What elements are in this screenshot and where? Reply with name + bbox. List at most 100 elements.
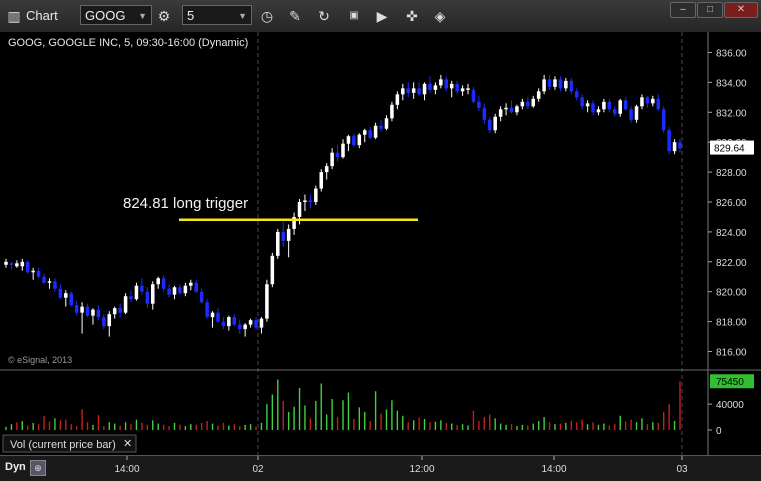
symbol-value: GOOG [85, 8, 126, 23]
candle-body [112, 308, 117, 315]
candle-body [558, 79, 563, 89]
price-tick-label: 828.00 [716, 168, 747, 179]
candle-body [623, 100, 628, 110]
candle-body [276, 231, 280, 256]
close-pane-icon[interactable]: ✕ [123, 438, 132, 450]
candle-body [145, 291, 150, 304]
candle-body [259, 318, 264, 328]
candle-body [422, 83, 427, 95]
candle-body [390, 104, 394, 119]
chart-area[interactable]: GOOG, GOOGLE INC, 5, 09:30-16:00 (Dynami… [0, 32, 761, 455]
candle-body [618, 100, 622, 114]
candle-body [379, 125, 383, 129]
chart-title: GOOG, GOOGLE INC, 5, 09:30-16:00 (Dynami… [8, 37, 248, 49]
window-title: Chart [26, 8, 58, 23]
refresh-icon[interactable]: ↻ [314, 6, 334, 26]
candle-body [585, 103, 590, 107]
candle-body [161, 278, 166, 289]
eraser-icon[interactable]: ◈ [430, 6, 450, 26]
candle-body [352, 136, 356, 146]
candle-body [362, 130, 367, 135]
interval-input[interactable]: 5 ▼ [182, 5, 252, 25]
time-tick-label: 03 [676, 464, 688, 475]
candle-body [335, 152, 340, 158]
candle-body [216, 312, 220, 322]
candle-body [178, 287, 182, 294]
price-tick-label: 818.00 [716, 318, 747, 329]
candle-body [107, 314, 112, 327]
candle-body [129, 296, 133, 300]
minimize-button[interactable]: – [670, 2, 696, 18]
candle-body [134, 285, 139, 300]
candle-body [531, 98, 536, 107]
candle-body [634, 106, 639, 120]
candle-body [64, 293, 68, 298]
candle-body [368, 130, 372, 138]
cursor-icon[interactable]: ✜ [402, 6, 422, 26]
candle-body [607, 101, 612, 110]
symbol-dropdown-icon[interactable]: ▼ [138, 6, 147, 26]
candle-body [281, 231, 285, 241]
settings-icon[interactable]: ⚙ [154, 6, 174, 26]
quote-icon[interactable]: ▣ [344, 6, 364, 26]
candle-body [504, 107, 508, 110]
time-tick-label: 02 [252, 464, 264, 475]
trigger-label: 824.81 long trigger [123, 195, 248, 212]
candle-body [515, 106, 519, 113]
candle-body [384, 118, 389, 129]
candle-body [477, 101, 481, 108]
candle-body [411, 88, 416, 93]
candle-body [308, 200, 313, 202]
candle-body [303, 200, 307, 202]
candle-body [346, 136, 351, 144]
candle-body [183, 285, 188, 294]
candle-body [324, 166, 329, 173]
candle-body [20, 261, 25, 267]
price-tick-label: 826.00 [716, 198, 747, 209]
pencil-icon[interactable]: ✎ [285, 6, 305, 26]
candle-body [640, 97, 644, 107]
candle-body [493, 116, 497, 131]
candle-body [553, 79, 557, 87]
candle-body [9, 263, 14, 265]
play-icon[interactable]: ▶ [372, 6, 392, 26]
candle-body [194, 282, 199, 292]
time-tick-label: 14:00 [541, 464, 566, 475]
interval-value: 5 [187, 8, 195, 23]
candle-body [487, 119, 492, 131]
candle-body [574, 91, 579, 98]
candle-body [466, 88, 470, 90]
candle-body [678, 142, 682, 149]
candle-body [15, 263, 19, 267]
candle-body [406, 88, 410, 93]
candle-body [509, 107, 514, 113]
candle-body [428, 83, 432, 90]
candle-body [433, 85, 438, 90]
watermark: © eSignal, 2013 [8, 355, 72, 365]
candle-body [536, 91, 541, 99]
interval-dropdown-icon[interactable]: ▼ [238, 6, 247, 26]
candle-body [330, 152, 334, 167]
price-tick-label: 816.00 [716, 348, 747, 359]
candle-body [248, 320, 253, 325]
candle-body [547, 79, 552, 87]
candle-body [498, 109, 503, 117]
symbol-input[interactable]: GOOG ▼ [80, 5, 152, 25]
candle-body [482, 107, 487, 120]
candle-body [140, 285, 144, 292]
candle-body [460, 88, 465, 92]
price-tick-label: 834.00 [716, 78, 747, 89]
clock-icon[interactable]: ◷ [257, 6, 277, 26]
candle-body [580, 97, 584, 107]
candle-body [314, 188, 318, 202]
candle-body [25, 261, 30, 273]
candle-body [444, 79, 449, 89]
candle-body [645, 97, 650, 104]
candle-body [85, 306, 90, 316]
close-button[interactable]: ✕ [724, 2, 758, 18]
candle-body [58, 288, 63, 298]
maximize-button[interactable]: □ [697, 2, 723, 18]
candle-body [319, 172, 324, 189]
volume-tick-label: 40000 [716, 400, 744, 411]
x-axis: 14:00 02 12:00 14:00 03 [114, 456, 688, 475]
